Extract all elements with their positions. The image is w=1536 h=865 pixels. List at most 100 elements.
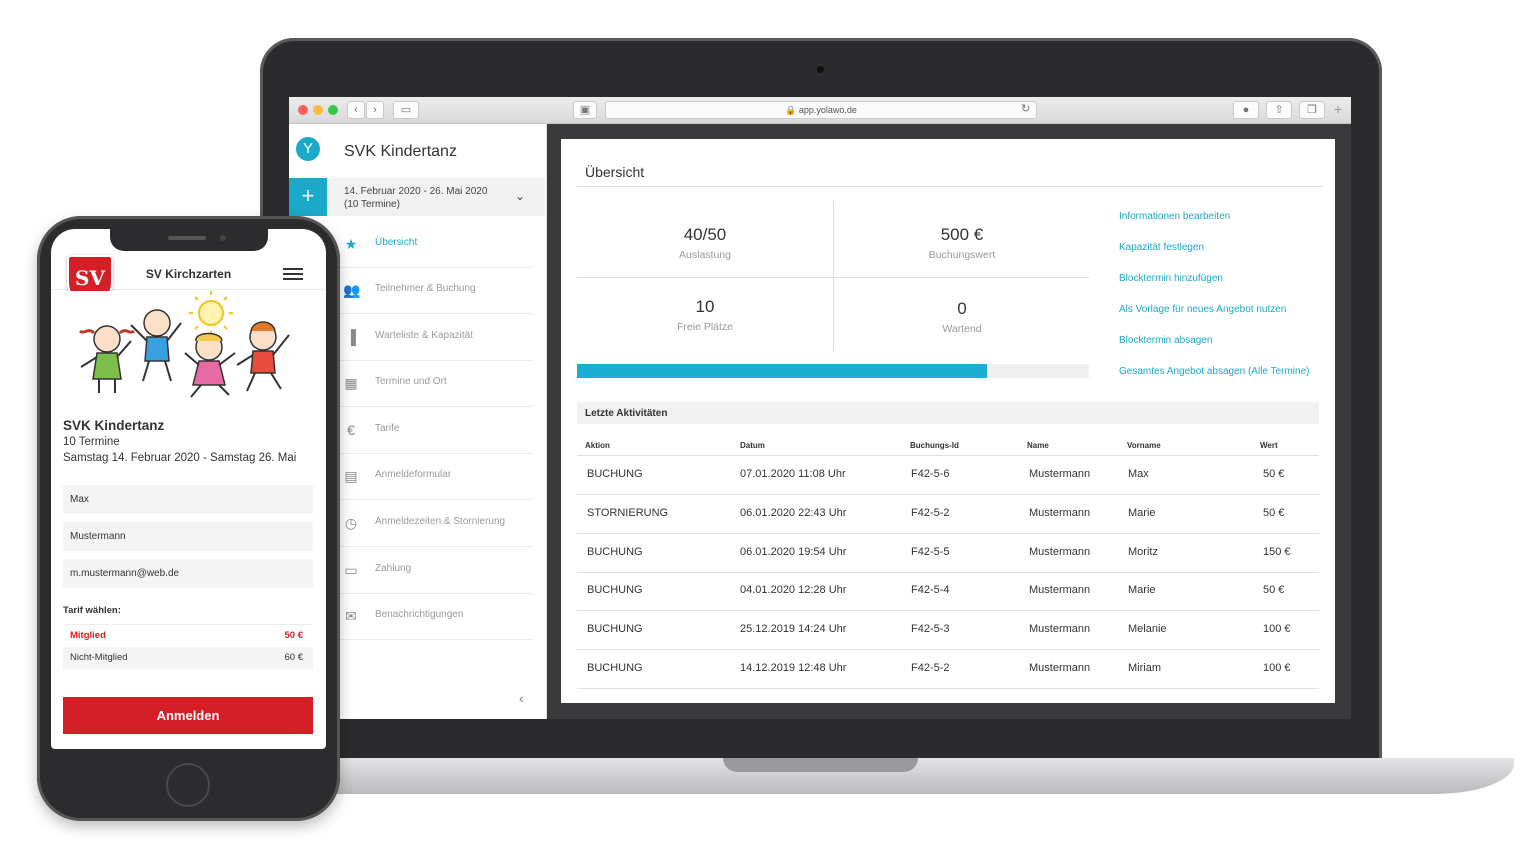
child-2-figure [130, 309, 182, 382]
cancel-offer-link[interactable]: Gesamtes Angebot absagen (Alle Termine) [1119, 366, 1309, 377]
column-header-aktion: Aktion [585, 441, 610, 450]
cancel-block-date-link[interactable]: Blocktermin absagen [1119, 335, 1212, 346]
row-wert: 150 € [1263, 545, 1291, 558]
stat-buchungswert: 500 € Buchungswert [834, 225, 1090, 261]
add-offer-button[interactable]: + [289, 178, 327, 216]
forward-button[interactable]: › [366, 101, 384, 119]
email-input[interactable]: m.mustermann@web.de [63, 559, 313, 588]
row-name: Mustermann [1029, 506, 1091, 519]
close-window-button[interactable] [298, 105, 308, 115]
new-tab-icon[interactable]: + [1334, 101, 1342, 117]
url-text: app.yolawo.de [798, 105, 857, 115]
register-button[interactable]: Anmelden [63, 697, 313, 734]
browser-toolbar: ‹ › ▭ ▣ 🔒 app.yolawo.de ↻ ● ⇧ ❐ + [289, 97, 1351, 124]
add-block-date-link[interactable]: Blocktermin hinzufügen [1119, 273, 1223, 284]
sidebar-item-termine[interactable]: ▦ Termine und Ort [339, 360, 534, 407]
clipboard-icon: ▤ [344, 468, 358, 484]
date-range-text: 14. Februar 2020 - 26. Mai 2020 (10 Term… [344, 186, 488, 210]
row-datum: 04.01.2020 12:28 Uhr [740, 584, 847, 597]
sidebar-item-tarife[interactable]: € Tarife [339, 407, 534, 454]
last-name-input[interactable]: Mustermann [63, 522, 313, 551]
row-wert: 50 € [1263, 584, 1285, 597]
offer-title: SVK Kindertanz [344, 143, 457, 160]
privacy-icon[interactable]: ▣ [573, 101, 597, 119]
row-name: Mustermann [1029, 662, 1091, 674]
zoom-window-button[interactable] [328, 105, 338, 115]
table-row[interactable]: STORNIERUNG 06.01.2020 22:43 Uhr F42-5-2 Mu… [577, 495, 1319, 534]
row-name: Mustermann [1029, 623, 1091, 636]
last-name-value: Mustermann [70, 531, 126, 542]
sidebar-item-anmeldezeiten[interactable]: ◷ Anmeldezeiten & Stornierung [339, 500, 534, 547]
download-icon[interactable]: ● [1233, 101, 1259, 119]
address-bar[interactable]: 🔒 app.yolawo.de [605, 101, 1037, 119]
sidebar-item-label: Benachrichtigungen [375, 609, 464, 620]
row-wert: 50 € [1263, 468, 1285, 480]
tarif-price: 50 € [284, 630, 304, 641]
tarif-name: Mitglied [70, 630, 106, 641]
tarif-option-nicht-mitglied[interactable]: Nicht-Mitglied 60 € [63, 647, 313, 669]
tarif-option-mitglied[interactable]: Mitglied 50 € [63, 624, 313, 647]
tabs-icon[interactable]: ❐ [1299, 101, 1325, 119]
row-vorname: Moritz [1128, 545, 1158, 558]
row-name: Mustermann [1029, 468, 1091, 480]
laptop-camera [817, 66, 824, 73]
table-row[interactable]: BUCHUNG 14.12.2019 12:48 Uhr F42-5-2 Muster… [577, 650, 1319, 689]
first-name-input[interactable]: Max [63, 485, 313, 514]
row-datum: 07.01.2020 11:08 Uhr [740, 468, 846, 480]
laptop-notch [723, 758, 918, 772]
sidebar-item-label: Zahlung [375, 563, 412, 574]
calendar-icon: ▦ [344, 375, 358, 391]
stat-value: 10 [695, 297, 715, 316]
minimize-window-button[interactable] [313, 105, 323, 115]
phone-home-button[interactable] [166, 763, 210, 807]
sidebar-item-anmeldeformular[interactable]: ▤ Anmeldeformular [339, 453, 534, 500]
stat-label: Freie Plätze [676, 321, 734, 333]
row-buchungs-id: F42-5-5 [911, 545, 950, 558]
column-header-vorname: Vorname [1127, 441, 1161, 450]
clock-icon: ◷ [344, 515, 358, 531]
title-divider [577, 186, 1323, 187]
table-row[interactable]: BUCHUNG 07.01.2020 11:08 Uhr F42-5-6 Muster… [577, 456, 1319, 495]
edit-info-link[interactable]: Informationen bearbeiten [1119, 211, 1230, 222]
phone-speaker [168, 236, 206, 240]
yolawo-logo-icon[interactable]: Y [296, 137, 320, 161]
set-capacity-link[interactable]: Kapazität festlegen [1119, 242, 1204, 253]
sidebar-item-uebersicht[interactable]: ★ Übersicht [339, 221, 534, 268]
tarif-price: 60 € [284, 652, 304, 663]
event-termine: 10 Termine [63, 436, 120, 448]
stat-label: Auslastung [679, 249, 731, 261]
hamburger-menu-icon[interactable] [283, 265, 303, 281]
bar-chart-icon: ▐ [346, 329, 356, 345]
stat-freie-plaetze: 10 Freie Plätze [577, 297, 833, 333]
sun-icon [189, 291, 233, 335]
sidebar-item-label: Termine und Ort [375, 376, 447, 387]
table-row[interactable]: BUCHUNG 06.01.2020 19:54 Uhr F42-5-5 Muster… [577, 534, 1319, 573]
sidebar-item-benachrichtigungen[interactable]: ✉ Benachrichtigungen [339, 593, 534, 640]
overview-card: Übersicht 40/50 Auslastung 500 € Buchung… [561, 139, 1335, 703]
capacity-progress-fill [577, 364, 987, 378]
reload-icon[interactable]: ↻ [1021, 102, 1030, 115]
sidebar-toggle-button[interactable]: ▭ [393, 101, 419, 119]
tarif-label: Tarif wählen: [63, 605, 121, 616]
stat-label: Buchungswert [928, 249, 996, 261]
sidebar-item-warteliste[interactable]: ▐ Warteliste & Kapazität [339, 314, 534, 361]
sidebar-item-zahlung[interactable]: ▭ Zahlung [339, 547, 534, 594]
first-name-value: Max [70, 494, 89, 505]
row-aktion: BUCHUNG [587, 584, 643, 597]
sidebar-item-label: Übersicht [375, 237, 418, 248]
row-datum: 14.12.2019 12:48 Uhr [740, 662, 847, 674]
back-button[interactable]: ‹ [347, 101, 365, 119]
use-as-template-link[interactable]: Als Vorlage für neues Angebot nutzen [1119, 304, 1286, 315]
table-row[interactable]: BUCHUNG 25.12.2019 14:24 Uhr F42-5-3 Muster… [577, 611, 1319, 651]
collapse-sidebar-icon[interactable]: ‹ [519, 690, 524, 706]
row-buchungs-id: F42-5-2 [911, 506, 950, 519]
sidebar-item-teilnehmer[interactable]: 👥 Teilnehmer & Buchung [339, 267, 534, 314]
stat-label: Wartend [942, 323, 982, 335]
table-row[interactable]: BUCHUNG 04.01.2020 12:28 Uhr F42-5-4 Muster… [577, 572, 1319, 612]
share-icon[interactable]: ⇧ [1266, 101, 1292, 119]
date-range-selector[interactable]: 14. Februar 2020 - 26. Mai 2020 (10 Term… [327, 178, 545, 216]
row-datum: 06.01.2020 19:54 Uhr [740, 545, 847, 558]
row-vorname: Melanie [1128, 623, 1167, 636]
child-1-figure [78, 325, 136, 393]
row-buchungs-id: F42-5-2 [911, 662, 950, 674]
